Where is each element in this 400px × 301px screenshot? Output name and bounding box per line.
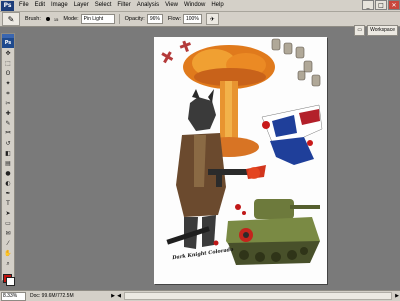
scroll-left-icon[interactable]: ◀ — [116, 293, 122, 300]
divider — [118, 14, 120, 24]
mode-label: Mode: — [63, 16, 79, 22]
brush-picker[interactable] — [43, 15, 53, 24]
healing-icon[interactable]: ✚ — [2, 109, 14, 118]
menu-bar: Ps File Edit Image Layer Select Filter A… — [0, 0, 400, 12]
brush-label: Brush: — [25, 16, 41, 22]
brush-tip-icon — [45, 17, 50, 21]
menu-select[interactable]: Select — [92, 0, 115, 11]
hand-icon[interactable]: ✋ — [2, 249, 14, 258]
shape-icon[interactable]: ▭ — [2, 219, 14, 228]
brush-icon[interactable]: ✎ — [2, 119, 14, 128]
magic-wand-icon[interactable]: ✦ — [2, 79, 14, 88]
tool-preset-picker[interactable]: ✎ — [2, 12, 20, 26]
pen-icon[interactable]: ✒ — [2, 189, 14, 198]
background-color-swatch[interactable] — [6, 277, 15, 286]
flow-field[interactable]: 100% — [183, 14, 202, 24]
tattered-flag — [261, 104, 323, 165]
app-logo: Ps — [1, 0, 14, 11]
clone-stamp-icon[interactable]: ⎃ — [2, 129, 14, 138]
move-icon[interactable]: ✥ — [2, 49, 14, 58]
options-bar: ✎ Brush: 15 Mode: Pin Light Opacity: 96%… — [0, 12, 400, 36]
minimize-button[interactable]: _ — [362, 0, 374, 10]
menu-window[interactable]: Window — [181, 0, 208, 11]
workspace-button[interactable]: Workspace — [367, 25, 398, 36]
toolbox: Ps ✥ ⬚ ʘ ✦ ⌗ ✂ ✚ ✎ ⎃ ↺ ◧ ▤ ● ◐ ✒ T ➤ ▭ ✉ ⁄ ✋ ⌕ — [1, 33, 15, 286]
crop-icon[interactable]: ⌗ — [2, 89, 14, 98]
lasso-icon[interactable]: ʘ — [2, 69, 14, 78]
zoom-icon[interactable]: ⌕ — [2, 259, 14, 268]
notes-icon[interactable]: ✉ — [2, 229, 14, 238]
zoom-level-field[interactable]: 8.33% — [1, 291, 26, 301]
path-select-icon[interactable]: ➤ — [2, 209, 14, 218]
blur-icon[interactable]: ● — [2, 169, 14, 178]
gradient-icon[interactable]: ▤ — [2, 159, 14, 168]
type-icon[interactable]: T — [2, 199, 14, 208]
maximize-button[interactable]: □ — [375, 0, 387, 10]
gravestones — [271, 38, 321, 87]
tool-list: ✥ ⬚ ʘ ✦ ⌗ ✂ ✚ ✎ ⎃ ↺ ◧ ▤ ● ◐ ✒ T ➤ ▭ ✉ ⁄ ✋ ⌕ — [2, 49, 14, 268]
dodge-icon[interactable]: ◐ — [2, 179, 14, 188]
opacity-label: Opacity: — [124, 16, 145, 22]
airbrush-toggle[interactable]: ✈ — [205, 13, 219, 25]
menu-layer[interactable]: Layer — [71, 0, 92, 11]
airbrush-icon: ✈ — [209, 16, 215, 23]
menu-image[interactable]: Image — [48, 0, 71, 11]
close-button[interactable]: ✕ — [388, 0, 400, 10]
eraser-icon[interactable]: ◧ — [2, 149, 14, 158]
window-controls: _ □ ✕ — [361, 0, 400, 11]
menu-analysis[interactable]: Analysis — [134, 0, 162, 11]
workspace-switcher: ▭ Workspace — [352, 25, 398, 36]
opacity-field[interactable]: 96% — [146, 14, 163, 24]
status-bar: 8.33% Doc: 99.6M/772.5M ▶ ◀ ▶ — [0, 290, 400, 301]
brush-size: 15 — [53, 16, 59, 22]
marquee-icon[interactable]: ⬚ — [2, 59, 14, 68]
slice-icon[interactable]: ✂ — [2, 99, 14, 108]
menu-view[interactable]: View — [162, 0, 181, 11]
menu-edit[interactable]: Edit — [32, 0, 48, 11]
eyedropper-icon[interactable]: ⁄ — [2, 239, 14, 248]
brush-tool-icon: ✎ — [7, 14, 15, 24]
scroll-right-icon[interactable]: ▶ — [394, 293, 400, 300]
doc-info: Doc: 99.6M/772.5M — [30, 293, 74, 299]
mode-select[interactable]: Pin Light — [80, 14, 115, 24]
document-canvas[interactable]: Dark Knight Colorado — [154, 37, 327, 284]
menu-help[interactable]: Help — [208, 0, 226, 11]
history-brush-icon[interactable]: ↺ — [2, 139, 14, 148]
artwork — [161, 38, 323, 265]
flow-label: Flow: — [167, 16, 181, 22]
horizontal-scrollbar[interactable] — [124, 292, 392, 300]
menu-file[interactable]: File — [16, 0, 32, 11]
toolbox-logo: Ps — [2, 38, 14, 48]
palette-well-button[interactable]: ▭ — [354, 25, 366, 36]
menu-filter[interactable]: Filter — [114, 0, 133, 11]
